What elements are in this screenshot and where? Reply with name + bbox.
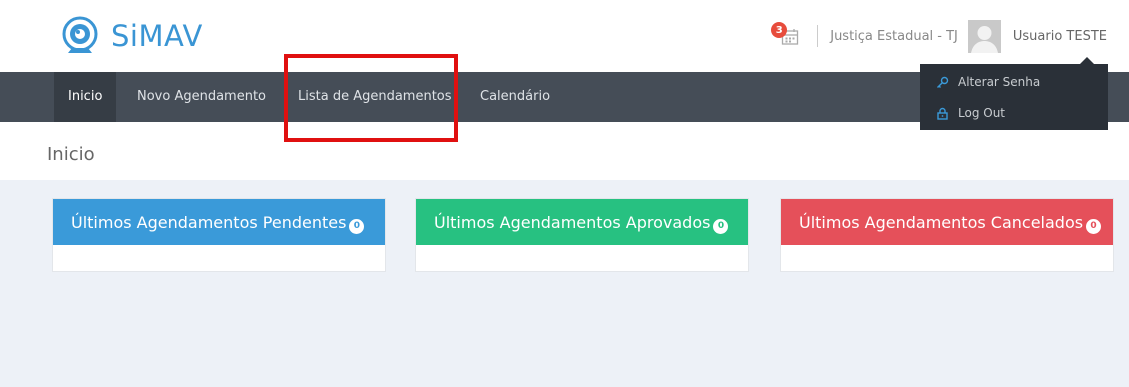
card-pending-appointments: Últimos Agendamentos Pendentes 0 [52, 198, 386, 272]
card-header[interactable]: Últimos Agendamentos Pendentes 0 [53, 199, 385, 245]
card-title: Últimos Agendamentos Pendentes [71, 212, 347, 232]
count-badge: 0 [349, 218, 365, 234]
calendar-notification-button[interactable]: 3 [771, 22, 801, 50]
menu-item-label: Alterar Senha [958, 75, 1041, 89]
tribunal-label: Justiça Estadual - TJ [830, 28, 958, 44]
menu-item-alterar-senha[interactable]: Alterar Senha [936, 72, 1040, 92]
nav-item-novo-agendamento[interactable]: Novo Agendamento [123, 72, 280, 122]
card-title: Últimos Agendamentos Aprovados [434, 212, 711, 232]
app-logo[interactable]: SiMAV [59, 13, 203, 59]
count-badge: 0 [1086, 218, 1102, 234]
header-user-area: 3 Justiça Estadual - TJ Usuario TESTE [771, 16, 1107, 56]
webcam-logo-icon [59, 15, 101, 57]
menu-item-label: Log Out [958, 106, 1006, 120]
page-header: Inicio [0, 122, 1129, 180]
user-silhouette-icon [967, 19, 1001, 53]
app-name: SiMAV [111, 19, 203, 53]
key-icon [937, 76, 949, 88]
count-badge: 0 [713, 218, 729, 234]
highlight-annotation-box [284, 54, 458, 142]
page-title: Inicio [47, 144, 95, 165]
card-title: Últimos Agendamentos Cancelados [799, 212, 1084, 232]
user-avatar[interactable] [967, 19, 1001, 53]
card-cancelled-appointments: Últimos Agendamentos Cancelados 0 [780, 198, 1114, 272]
lock-icon [937, 107, 948, 120]
top-header: SiMAV 3 Justiça Estadual - TJ Usuario TE… [0, 0, 1129, 72]
card-header[interactable]: Últimos Agendamentos Aprovados 0 [416, 199, 748, 245]
menu-item-log-out[interactable]: Log Out [936, 103, 1005, 123]
header-divider [817, 25, 819, 47]
dashboard-content: Últimos Agendamentos Pendentes 0 Últimos… [0, 180, 1129, 387]
card-header[interactable]: Últimos Agendamentos Cancelados 0 [781, 199, 1113, 245]
user-dropdown-menu: Alterar Senha Log Out [920, 57, 1108, 130]
username-menu-toggle[interactable]: Usuario TESTE [1013, 29, 1107, 44]
nav-item-inicio[interactable]: Inicio [54, 72, 117, 122]
card-approved-appointments: Últimos Agendamentos Aprovados 0 [415, 198, 749, 272]
nav-item-calendario[interactable]: Calendário [466, 72, 564, 122]
